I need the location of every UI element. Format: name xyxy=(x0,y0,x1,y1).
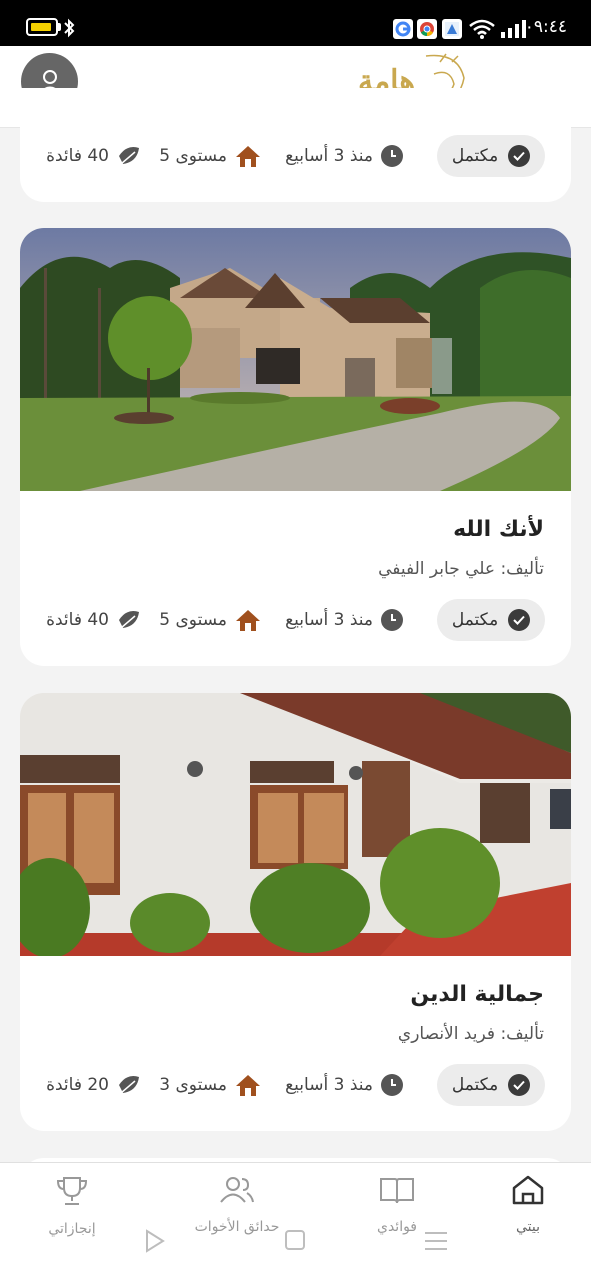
time-label: منذ 3 أسابيع xyxy=(285,610,373,630)
book-card[interactable]: مكتمل منذ 3 أسابيع مستوى 5 40 فائدة xyxy=(20,88,571,202)
book-meta-row: مكتمل منذ 3 أسابيع مستوى 5 40 فائدة xyxy=(20,135,571,177)
house-icon xyxy=(236,1075,260,1096)
time-meta: منذ 3 أسابيع xyxy=(285,599,403,641)
system-navigation xyxy=(0,1222,591,1262)
book-title: لأنك الله xyxy=(453,517,544,542)
battery-icon xyxy=(26,18,58,36)
book-cover-image xyxy=(20,228,571,491)
wifi-icon xyxy=(469,19,495,39)
system-home-icon[interactable] xyxy=(285,1230,305,1250)
benefits-meta: 40 فائدة xyxy=(46,135,141,177)
time-label: منذ 3 أسابيع xyxy=(285,146,373,166)
leaf-icon xyxy=(119,147,139,165)
level-label: مستوى 5 xyxy=(159,610,227,630)
book-cover-image xyxy=(20,693,571,956)
benefits-label: 40 فائدة xyxy=(46,610,109,630)
time-meta: منذ 3 أسابيع xyxy=(285,1064,403,1106)
status-bar: ٠٩:٤٤ xyxy=(0,0,591,46)
house-icon xyxy=(236,146,260,167)
clock-icon xyxy=(381,1074,403,1096)
status-badge: مكتمل xyxy=(437,1064,545,1106)
benefits-label: 40 فائدة xyxy=(46,146,109,166)
trophy-icon xyxy=(56,1177,88,1205)
check-icon xyxy=(508,609,531,631)
book-author: تأليف: فريد الأنصاري xyxy=(397,1024,544,1044)
status-badge: مكتمل xyxy=(437,135,545,177)
book-icon xyxy=(380,1178,414,1204)
check-icon xyxy=(508,1074,531,1096)
status-badge: مكتمل xyxy=(437,599,545,641)
status-time: ٠٩:٤٤ xyxy=(524,17,567,37)
leaf-icon xyxy=(119,611,139,629)
level-meta: مستوى 5 xyxy=(159,599,261,641)
book-meta-row: مكتمل منذ 3 أسابيع مستوى 5 40 فائدة xyxy=(20,599,571,641)
leaf-icon xyxy=(119,1076,139,1094)
system-menu-icon[interactable] xyxy=(425,1232,447,1256)
home-icon xyxy=(512,1175,544,1205)
check-icon xyxy=(508,145,531,167)
bluetooth-icon xyxy=(64,18,75,38)
book-card[interactable]: لأنك الله تأليف: علي جابر الفيفي مكتمل م… xyxy=(20,228,571,666)
time-meta: منذ 3 أسابيع xyxy=(285,135,403,177)
clock-icon xyxy=(381,609,403,631)
signal-icon xyxy=(501,20,526,38)
book-card[interactable]: جمالية الدين تأليف: فريد الأنصاري مكتمل … xyxy=(20,693,571,1131)
benefits-meta: 20 فائدة xyxy=(46,1064,141,1106)
level-label: مستوى 3 xyxy=(159,1075,227,1095)
users-icon xyxy=(220,1177,254,1203)
google-icon xyxy=(393,19,413,39)
files-app-icon xyxy=(442,19,462,39)
status-label: مكتمل xyxy=(451,1075,499,1095)
house-icon xyxy=(236,610,260,631)
chrome-icon xyxy=(417,19,437,39)
status-label: مكتمل xyxy=(451,610,499,630)
book-meta-row: مكتمل منذ 3 أسابيع مستوى 3 20 فائدة xyxy=(20,1064,571,1106)
benefits-label: 20 فائدة xyxy=(46,1075,109,1095)
clock-icon xyxy=(381,145,403,167)
book-title: جمالية الدين xyxy=(410,982,544,1007)
status-label: مكتمل xyxy=(451,146,499,166)
level-meta: مستوى 3 xyxy=(159,1064,261,1106)
level-label: مستوى 5 xyxy=(159,146,227,166)
time-label: منذ 3 أسابيع xyxy=(285,1075,373,1095)
book-author: تأليف: علي جابر الفيفي xyxy=(378,559,544,579)
benefits-meta: 40 فائدة xyxy=(46,599,141,641)
bottom-nav: بيتي فوائدي حدائق الأخوات إنجازاتي xyxy=(0,1162,591,1280)
level-meta: مستوى 5 xyxy=(159,135,261,177)
system-back-icon[interactable] xyxy=(143,1228,167,1254)
